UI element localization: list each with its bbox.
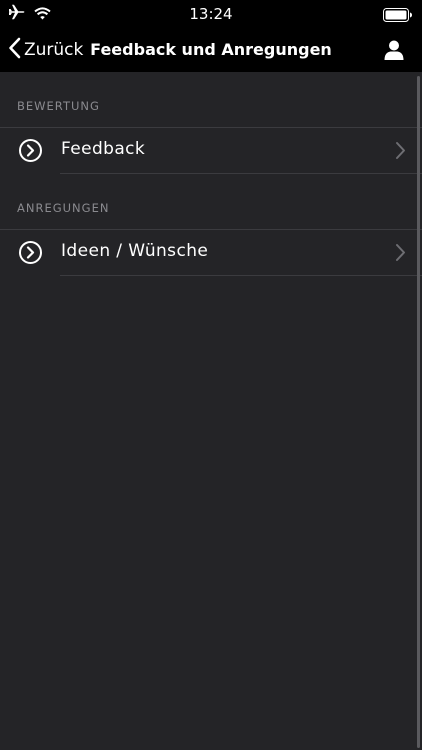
content-area: BEWERTUNG Feedback ANREGUNGEN Ideen / Wü… [0,72,422,750]
section-header-bewertung: BEWERTUNG [17,99,100,113]
navigation-bar: Zurück Feedback und Anregungen [0,28,422,72]
list-item-feedback[interactable]: Feedback [0,128,422,173]
list-item-label: Ideen / Wünsche [61,241,209,261]
status-bar: 13:24 [0,0,422,28]
chevron-left-icon [8,37,21,63]
row-divider [60,173,422,174]
page-title: Feedback und Anregungen [90,40,332,59]
circle-chevron-right-icon [19,139,42,162]
person-icon [384,40,404,60]
chevron-right-icon [396,244,405,261]
circle-chevron-right-icon [19,241,42,264]
scrollbar[interactable] [417,76,420,748]
row-divider [60,275,422,276]
profile-button[interactable] [384,39,404,61]
status-time: 13:24 [189,5,233,23]
section-header-anregungen: ANREGUNGEN [17,201,110,215]
list-item-ideen-wuensche[interactable]: Ideen / Wünsche [0,230,422,275]
battery-icon [383,7,413,26]
list-item-label: Feedback [61,139,146,159]
chevron-right-icon [396,142,405,159]
